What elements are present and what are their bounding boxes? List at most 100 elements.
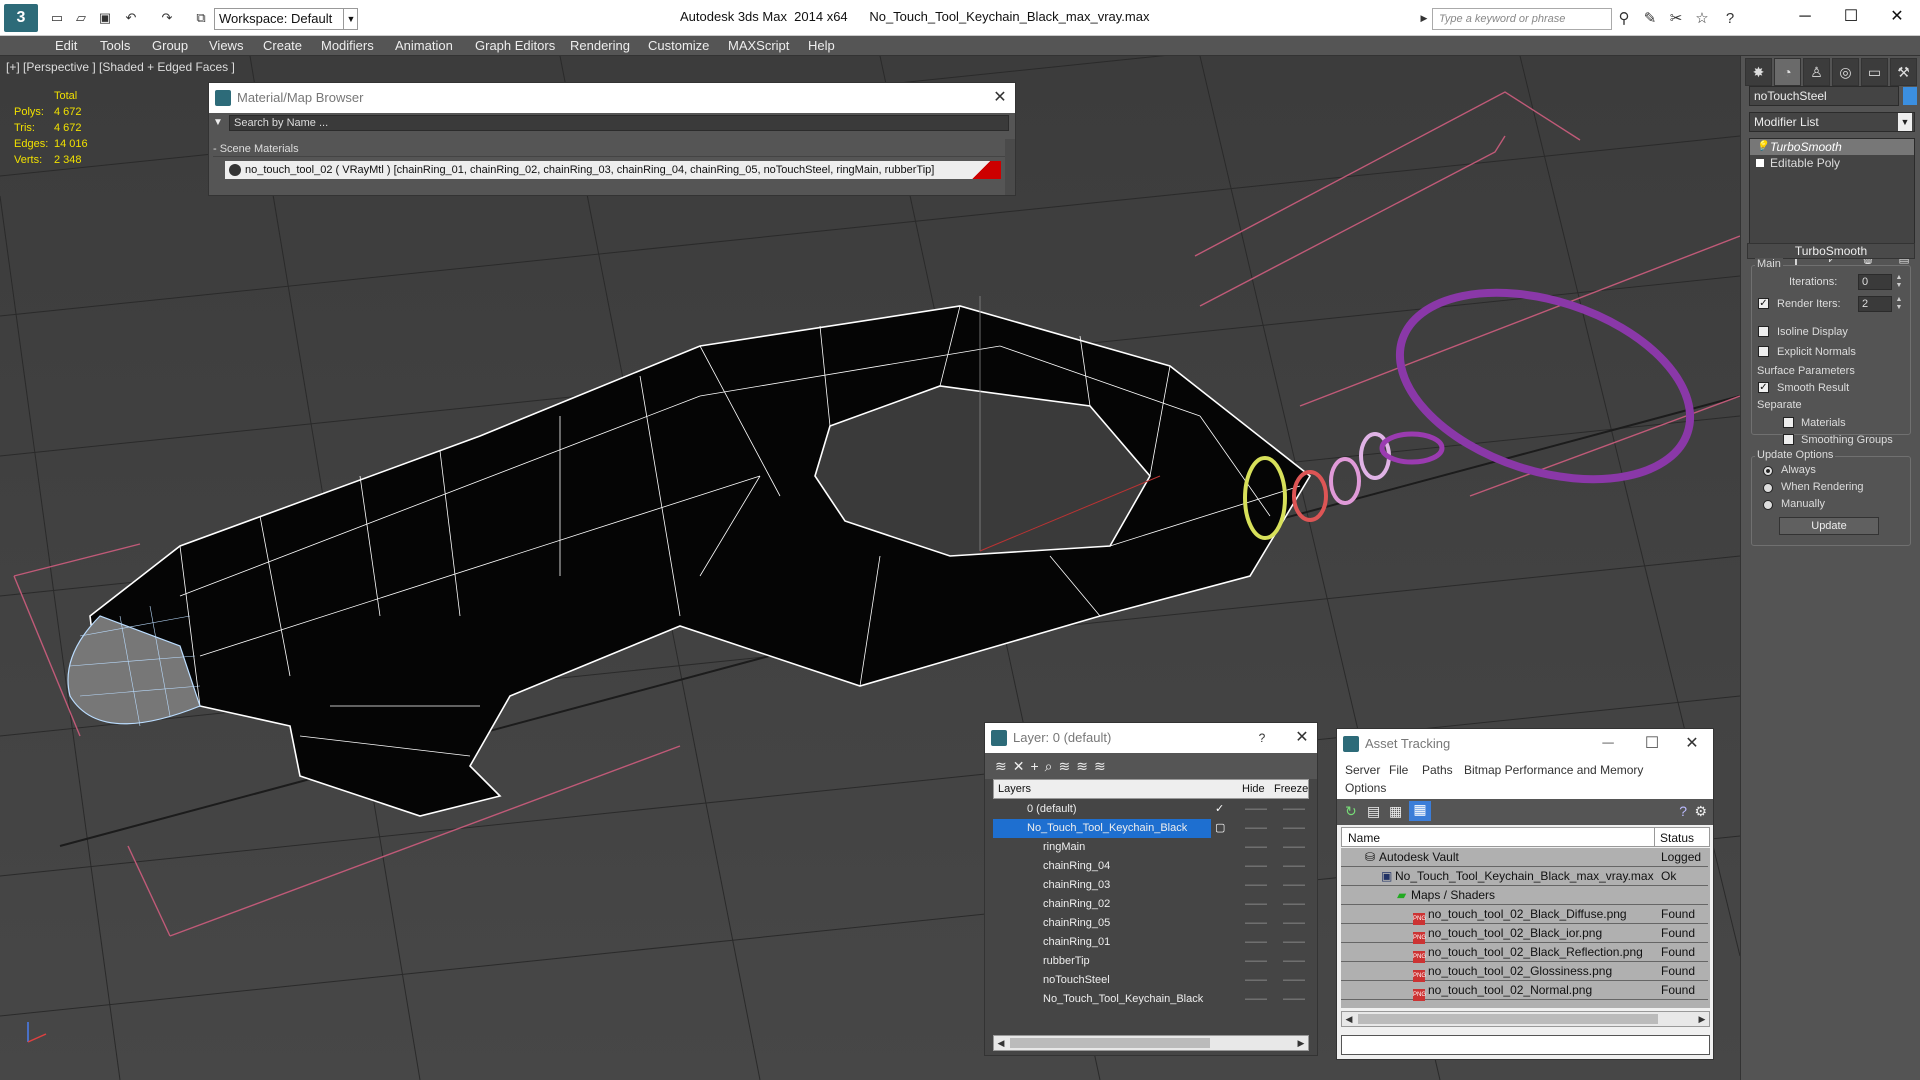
list-view-icon[interactable]: ▤ (1367, 803, 1380, 820)
spinner-arrows-icon[interactable]: ▲ ▼ (1894, 296, 1904, 312)
display-tab-icon[interactable]: ▭ (1861, 58, 1888, 86)
menu-graph-editors[interactable]: Graph Editors (475, 38, 555, 53)
asset-maximize-button[interactable]: ☐ (1637, 729, 1667, 759)
highlight-layer-icon[interactable]: ≋ (1059, 758, 1071, 775)
hide-toggle[interactable]: —— (1245, 876, 1267, 895)
search-options-icon[interactable]: ▼ (213, 115, 227, 131)
maximize-button[interactable]: ☐ (1828, 4, 1874, 30)
layer-row[interactable]: 0 (default) ✓ —— —— (993, 800, 1309, 819)
asset-row[interactable]: PNG no_touch_tool_02_Normal.png Found (1341, 981, 1708, 1001)
binoculars-icon[interactable]: ⚲ (1614, 9, 1634, 29)
asset-row[interactable]: PNG no_touch_tool_02_Black_ior.png Found (1341, 924, 1708, 944)
menu-edit[interactable]: Edit (55, 38, 77, 53)
freeze-toggle[interactable]: —— (1283, 895, 1305, 914)
render-iters-checkbox[interactable]: ✓ (1758, 298, 1769, 309)
menu-rendering[interactable]: Rendering (570, 38, 630, 53)
help-icon[interactable]: ? (1720, 9, 1740, 29)
layer-horizontal-scrollbar[interactable]: ◀ ▶ (993, 1035, 1309, 1051)
hide-toggle[interactable]: —— (1245, 800, 1267, 819)
menu-customize[interactable]: Customize (648, 38, 709, 53)
hide-toggle[interactable]: —— (1245, 819, 1267, 838)
freeze-toggle[interactable]: —— (1283, 819, 1305, 838)
material-browser-close-button[interactable]: ✕ (985, 83, 1015, 113)
layers-column[interactable]: Layers (998, 783, 1031, 795)
asset-settings-icon[interactable]: ⚙ (1694, 803, 1707, 820)
hide-all-icon[interactable]: ≋ (1076, 758, 1088, 775)
hide-toggle[interactable]: —— (1245, 838, 1267, 857)
freeze-toggle[interactable]: —— (1283, 876, 1305, 895)
add-to-layer-icon[interactable]: + (1030, 758, 1038, 774)
freeze-column[interactable]: Freeze (1274, 783, 1308, 795)
hide-toggle[interactable]: —— (1245, 914, 1267, 933)
freeze-toggle[interactable]: —— (1283, 857, 1305, 876)
project-folder-icon[interactable]: ⧉ (192, 10, 210, 26)
asset-path-field[interactable] (1341, 1035, 1710, 1055)
menu-animation[interactable]: Animation (395, 38, 453, 53)
scroll-right-icon[interactable]: ▶ (1695, 1012, 1709, 1026)
turbosmooth-rollout-header[interactable]: TurboSmooth (1747, 243, 1915, 259)
minimize-button[interactable]: ─ (1782, 4, 1828, 30)
open-file-icon[interactable]: ▱ (72, 10, 90, 26)
search-input[interactable]: Type a keyword or phrase (1432, 8, 1612, 30)
asset-row[interactable]: ▣ No_Touch_Tool_Keychain_Black_max_vray.m… (1341, 867, 1708, 886)
hierarchy-tab-icon[interactable]: ♙ (1803, 58, 1830, 86)
refresh-icon[interactable]: ↻ (1345, 803, 1357, 820)
close-button[interactable]: ✕ (1874, 4, 1920, 30)
asset-menu-file[interactable]: File (1389, 763, 1408, 777)
layer-row[interactable]: chainRing_04 —— —— (993, 857, 1309, 876)
scene-materials-header[interactable]: - Scene Materials (213, 143, 1005, 157)
materials-checkbox[interactable] (1783, 417, 1794, 428)
lightbulb-icon[interactable]: 💡 (1756, 139, 1768, 152)
modifier-list-dropdown[interactable]: Modifier List ▼ (1749, 112, 1915, 132)
stack-item-editable-poly[interactable]: Editable Poly (1750, 155, 1914, 171)
material-browser-scrollbar[interactable] (1005, 139, 1015, 195)
freeze-toggle[interactable]: —— (1283, 838, 1305, 857)
freeze-toggle[interactable]: —— (1283, 952, 1305, 971)
asset-row[interactable]: ▰ Maps / Shaders (1341, 886, 1708, 905)
layer-row-selected[interactable]: No_Touch_Tool_Keychain_Black (993, 819, 1211, 838)
material-list-item[interactable]: no_touch_tool_02 ( VRayMtl ) [chainRing_… (225, 161, 1001, 179)
menu-maxscript[interactable]: MAXScript (728, 38, 789, 53)
freeze-toggle[interactable]: —— (1283, 933, 1305, 952)
asset-row[interactable]: PNG no_touch_tool_02_Black_Reflection.png… (1341, 943, 1708, 963)
scroll-thumb[interactable] (1358, 1014, 1658, 1024)
hide-toggle[interactable]: —— (1245, 857, 1267, 876)
layer-row[interactable]: chainRing_03 —— —— (993, 876, 1309, 895)
layer-row[interactable]: ringMain —— —— (993, 838, 1309, 857)
isoline-display-checkbox[interactable] (1758, 326, 1769, 337)
object-name-field[interactable]: noTouchSteel (1749, 86, 1899, 106)
smooth-result-checkbox[interactable]: ✓ (1758, 382, 1769, 393)
modify-tab-icon[interactable]: ◔ (1774, 58, 1801, 86)
hide-toggle[interactable]: —— (1245, 952, 1267, 971)
menu-views[interactable]: Views (209, 38, 243, 53)
create-tab-icon[interactable]: ✸ (1745, 58, 1772, 86)
freeze-toggle[interactable]: —— (1283, 914, 1305, 933)
stack-item-turbosmooth[interactable]: 💡 TurboSmooth (1750, 139, 1914, 155)
freeze-all-icon[interactable]: ≋ (1094, 758, 1106, 775)
delete-layer-icon[interactable]: ✕ (1013, 758, 1025, 775)
menu-modifiers[interactable]: Modifiers (321, 38, 374, 53)
redo-icon[interactable]: ↷ (158, 10, 176, 26)
asset-menu-server[interactable]: Server (1345, 763, 1380, 777)
app-logo-icon[interactable]: 3 (4, 4, 38, 32)
favorites-star-icon[interactable]: ☆ (1692, 9, 1712, 29)
name-column[interactable]: Name (1348, 831, 1380, 845)
subscription-icon[interactable]: ✎ (1640, 9, 1660, 29)
asset-help-icon[interactable]: ? (1679, 803, 1687, 819)
hide-toggle[interactable]: —— (1245, 933, 1267, 952)
freeze-toggle[interactable]: —— (1283, 990, 1305, 1009)
always-radio[interactable] (1763, 466, 1773, 476)
scroll-left-icon[interactable]: ◀ (1342, 1012, 1356, 1026)
menu-help[interactable]: Help (808, 38, 835, 53)
status-column[interactable]: Status (1660, 831, 1694, 845)
scroll-left-icon[interactable]: ◀ (994, 1036, 1008, 1050)
layer-row[interactable]: No_Touch_Tool_Keychain_Black —— —— (993, 990, 1309, 1009)
layer-box-icon[interactable]: ▢ (1215, 819, 1225, 838)
layer-help-button[interactable]: ? (1247, 723, 1277, 753)
scroll-right-icon[interactable]: ▶ (1294, 1036, 1308, 1050)
active-layer-check-icon[interactable]: ✓ (1215, 800, 1224, 819)
asset-menu-options[interactable]: Options (1345, 781, 1386, 795)
motion-tab-icon[interactable]: ◎ (1832, 58, 1859, 86)
chevron-down-icon[interactable]: ▼ (343, 8, 358, 30)
layer-row[interactable]: chainRing_05 —— —— (993, 914, 1309, 933)
